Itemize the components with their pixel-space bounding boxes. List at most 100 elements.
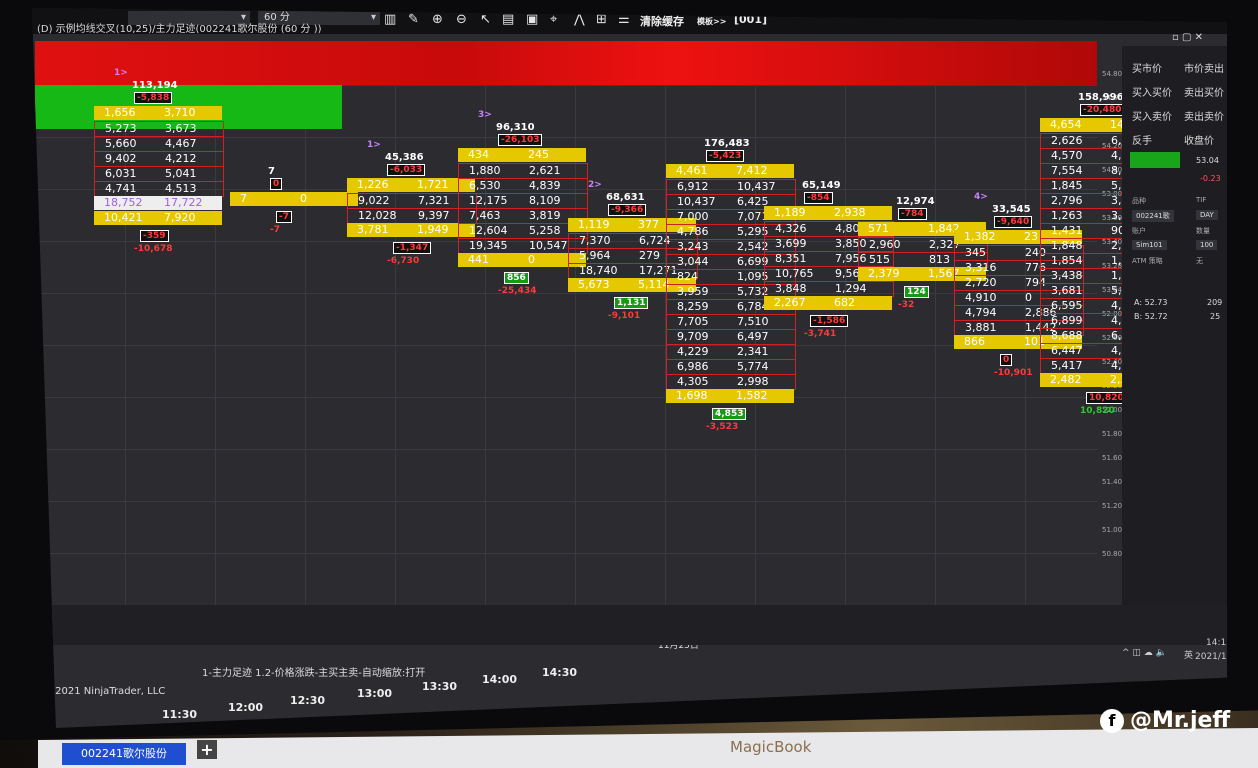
bid-volume: 1,382 [964, 230, 996, 243]
footprint-row: 4,305 2,998 [666, 374, 796, 390]
footprint-row: 441 0 [458, 253, 586, 267]
bid-volume: 3,316 [965, 261, 997, 274]
price-tick: 50.80 [1102, 550, 1123, 558]
price-tick: 51.40 [1102, 478, 1123, 486]
bar-total-volume: 113,194 [132, 80, 178, 91]
footprint-row: 9,402 4,212 [94, 151, 224, 167]
bid-volume: 3,438 [1051, 269, 1083, 282]
window-controls-icon[interactable]: ▫ ▢ ✕ [1172, 32, 1203, 43]
ask-volume: 0 [1025, 291, 1032, 304]
bid-volume: 4,654 [1050, 118, 1082, 131]
bid-ask-indicator [1130, 152, 1180, 168]
bar-cumulative-delta: -3,523 [706, 422, 739, 432]
add-tab-icon[interactable]: + [197, 740, 217, 759]
footprint-row: 18,752 17,722 [94, 196, 222, 210]
bar-type-icon[interactable]: ▥ [384, 12, 396, 27]
bar-total-volume: 176,483 [704, 138, 750, 149]
bid-volume: 6,031 [105, 167, 137, 180]
pencil-icon[interactable]: ✎ [408, 12, 419, 27]
panel-field-value[interactable]: 100 [1196, 240, 1218, 250]
bar-bottom-delta: -359 [140, 230, 169, 242]
ime-indicator[interactable]: 英 [1184, 648, 1193, 661]
order-button-4[interactable]: 买入卖价 [1132, 108, 1172, 123]
ask-volume: 2,341 [737, 345, 769, 358]
bid-volume: 7,554 [1051, 164, 1083, 177]
chevron-down-icon: ▾ [370, 12, 376, 23]
bar-bottom-delta: -7 [276, 211, 292, 223]
panel-field-value[interactable]: DAY [1196, 210, 1218, 220]
bar-bottom-delta: 1,131 [614, 297, 649, 309]
zoom-out-icon[interactable]: ⊖ [456, 12, 467, 27]
system-tray-icon[interactable]: ^ ◫ ☁ 🔈 [1122, 648, 1167, 658]
bar-total-volume: 7 [268, 166, 275, 177]
ask-volume: 23 [1024, 230, 1038, 243]
template-button[interactable]: 模板>> [697, 16, 726, 27]
order-button-3[interactable]: 卖出买价 [1184, 84, 1224, 99]
bid-volume: 3,959 [677, 285, 709, 298]
ask-volume: 4,513 [165, 182, 197, 195]
bar-total-volume: 96,310 [496, 122, 535, 133]
ask-volume: 4,467 [165, 137, 197, 150]
pointer-icon[interactable]: ↖ [480, 12, 491, 27]
bid-volume: 5,673 [578, 278, 610, 291]
bar-bottom-delta: 0 [1000, 354, 1013, 366]
ask-volume: 7,321 [418, 194, 450, 207]
bar-bottom-delta: -1,586 [810, 315, 849, 327]
bid-volume: 6,447 [1051, 344, 1083, 357]
bar-cumulative-delta: -6,730 [387, 256, 420, 266]
data-box-icon[interactable]: ▣ [526, 12, 538, 27]
zoom-in-icon[interactable]: ⊕ [432, 12, 443, 27]
footprint-row: 1,698 1,582 [666, 389, 794, 403]
panel-field-label: 品种 [1132, 197, 1146, 205]
footprint-row: 1,656 3,710 [94, 106, 222, 120]
facebook-icon: f [1100, 709, 1124, 733]
ask-volume: 9,397 [418, 209, 450, 222]
panel-field-label: 数量 [1196, 227, 1210, 235]
order-button-7[interactable]: 收盘价 [1184, 132, 1214, 147]
bar-cumulative-delta: -10,901 [994, 368, 1033, 378]
bid-volume: 2,796 [1051, 194, 1083, 207]
bid-volume: 1,119 [578, 218, 610, 231]
bid-volume: 4,326 [775, 222, 807, 235]
bar-bottom-delta: 124 [904, 286, 929, 298]
order-button-0[interactable]: 买市价 [1132, 60, 1162, 75]
bottom-time-tick: 13:00 [357, 687, 393, 700]
panel-field-value[interactable]: 002241歌 [1132, 210, 1174, 222]
panel-field-label: 无 [1196, 257, 1203, 265]
ask-volume: 3,710 [164, 106, 196, 119]
panel-field-label: TIF [1196, 196, 1207, 204]
bid-volume: 345 [965, 246, 986, 259]
bid-volume: 2,482 [1050, 373, 1082, 386]
tab-002241[interactable]: 002241歌尔股份 [62, 743, 186, 765]
properties-icon[interactable]: ▤ [502, 12, 514, 27]
bar-total-volume: 68,631 [606, 192, 645, 203]
bid-volume: 1,854 [1051, 254, 1083, 267]
ask-volume: 279 [639, 249, 660, 262]
clock-date: 2021/11/25 [1195, 652, 1227, 662]
bid-volume: 7 [240, 192, 247, 205]
photo-scene: ▾ 60 分 ▾ ▥ ✎ ⊕ ⊖ ↖ ▤ ▣ ⌖ ⋀ ⊞ ☰ 清除缓存 模板>>… [0, 0, 1258, 768]
ask-volume: 3,819 [529, 209, 561, 222]
bid-volume: 7,705 [677, 315, 709, 328]
ask-volume: 813 [929, 253, 950, 266]
ask-volume: 2,621 [529, 164, 561, 177]
bid-volume: 1,431 [1051, 224, 1083, 237]
bid-volume: 1,189 [774, 206, 806, 219]
bid-volume: 3,681 [1051, 284, 1083, 297]
order-button-1[interactable]: 市价卖出 [1184, 60, 1224, 75]
bid-volume: 6,595 [1051, 299, 1083, 312]
bid-volume: 1,880 [469, 164, 501, 177]
order-panel: 买市价 市价卖出 买入买价 卖出买价 买入卖价 卖出卖价 反手 收盘价 53.04 -0.23… [1122, 46, 1227, 606]
panel-field-value[interactable]: Sim101 [1132, 240, 1167, 250]
bid-volume: 2,960 [869, 238, 901, 251]
ask-volume: 6,497 [737, 330, 769, 343]
order-button-6[interactable]: 反手 [1132, 132, 1152, 147]
order-button-5[interactable]: 卖出卖价 [1184, 108, 1224, 123]
bar-total-volume: 33,545 [992, 204, 1031, 215]
bid-volume: 515 [869, 253, 890, 266]
price-tick: 51.80 [1102, 430, 1123, 438]
ask-volume: 377 [638, 218, 659, 231]
bid-volume: 9,709 [677, 330, 709, 343]
ask-volume: 7,510 [737, 315, 769, 328]
order-button-2[interactable]: 买入买价 [1132, 84, 1172, 99]
